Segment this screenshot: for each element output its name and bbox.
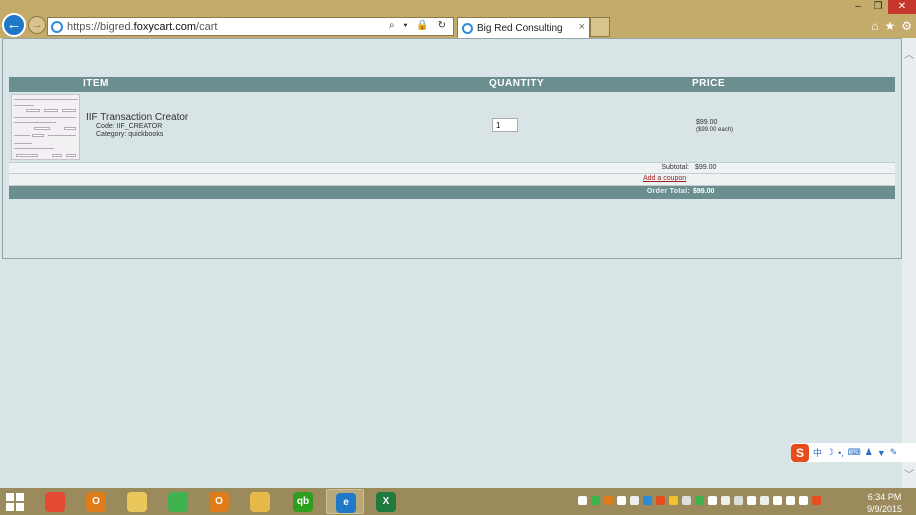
ime-mode-chinese[interactable]: 中: [813, 446, 822, 459]
cart-table: ITEM QUANTITY PRICE IIF Transaction Crea…: [9, 77, 895, 199]
column-header-item: ITEM: [83, 78, 109, 89]
column-header-quantity: QUANTITY: [489, 78, 545, 89]
restore-button[interactable]: ❐: [868, 0, 888, 14]
tab-favicon-icon: [462, 22, 473, 34]
punctuation-icon[interactable]: •,: [838, 448, 844, 458]
vertical-scrollbar[interactable]: [902, 38, 916, 488]
clock-time: 6:34 PM: [867, 492, 902, 502]
file-explorer-icon: [250, 492, 270, 512]
outlook-icon: O: [86, 492, 106, 512]
browser-chrome: ← → https://bigred.foxycart.com/cart ⌕ ▾…: [0, 0, 916, 38]
item-price-each: ($99.00 each): [696, 127, 734, 133]
minimize-button[interactable]: ‒: [848, 0, 868, 14]
shirt-icon[interactable]: ▼: [877, 448, 886, 458]
item-price: $99.00: [696, 119, 718, 126]
product-category: Category: quickbooks: [96, 131, 164, 138]
taskbar-internet-explorer-button[interactable]: e: [326, 489, 364, 514]
taskbar-clock[interactable]: 6:34 PM 9/9/2015: [867, 491, 902, 515]
ime-toolbar: S 中 ☽ •, ⌨ ♟ ▼ ✎: [791, 443, 916, 462]
subtotal-value: $99.00: [695, 164, 717, 171]
close-window-button[interactable]: ✕: [888, 0, 916, 14]
order-total-label: Order Total:: [646, 188, 690, 195]
address-tools-icons[interactable]: ⌕ ▾ 🔒 ↻: [389, 20, 449, 31]
order-total-value: $99.00: [693, 188, 715, 195]
home-icon[interactable]: ⌂: [871, 19, 878, 33]
wechat-icon: [168, 492, 188, 512]
taskbar-wechat-button[interactable]: [159, 489, 197, 514]
subtotal-row: Subtotal: $99.00: [9, 162, 895, 174]
address-bar[interactable]: https://bigred.foxycart.com/cart ⌕ ▾ 🔒 ↻: [47, 17, 454, 36]
new-tab-button[interactable]: [590, 17, 610, 37]
user-icon[interactable]: ♟: [865, 447, 873, 458]
scroll-down-arrow-icon[interactable]: ﹀: [904, 466, 914, 481]
tray-app-icon[interactable]: [708, 496, 717, 505]
tray-app-icon[interactable]: [799, 496, 808, 505]
quantity-input[interactable]: [492, 118, 518, 132]
url-prefix: https://bigred.: [67, 20, 134, 33]
settings-gear-icon[interactable]: ⚙: [901, 19, 912, 33]
tab-big-red-consulting[interactable]: Big Red Consulting ×: [457, 17, 590, 38]
tray-app-icon[interactable]: [786, 496, 795, 505]
taskbar: O Oqb e X 6:34 PM 9/9/2015: [0, 488, 916, 515]
taskbar-chrome-button[interactable]: [36, 489, 74, 514]
tray-app-icon[interactable]: [656, 496, 665, 505]
quickbooks-icon: qb: [293, 492, 313, 512]
product-name: IIF Transaction Creator: [86, 112, 189, 123]
wrench-icon[interactable]: ✎: [890, 447, 898, 458]
tray-sogou-icon[interactable]: [812, 496, 821, 505]
taskbar-outlook-button[interactable]: O: [77, 489, 115, 514]
notes-icon: [127, 492, 147, 512]
internet-explorer-icon: e: [336, 493, 356, 513]
taskbar-quickbooks-button[interactable]: qb: [284, 489, 322, 514]
url-host: foxycart.com: [133, 20, 197, 33]
clock-date: 9/9/2015: [866, 504, 902, 514]
scroll-up-arrow-icon[interactable]: ︿: [904, 46, 914, 61]
tray-app-icon[interactable]: [669, 496, 678, 505]
moon-icon[interactable]: ☽: [826, 447, 834, 458]
url-path: /cart: [196, 20, 218, 33]
keyboard-icon[interactable]: ⌨: [848, 447, 861, 458]
product-thumbnail[interactable]: [11, 94, 80, 160]
site-favicon-icon: [51, 20, 63, 33]
order-total-row: Order Total: $99.00: [9, 186, 895, 199]
taskbar-notes-button[interactable]: [118, 489, 156, 514]
window-controls: ‒ ❐ ✕: [848, 0, 916, 14]
forward-button[interactable]: →: [28, 16, 46, 34]
tray-app-icon[interactable]: [604, 496, 613, 505]
tray-app-icon[interactable]: [682, 496, 691, 505]
sogou-logo-icon[interactable]: S: [791, 443, 809, 462]
browser-toolbar-icons: ⌂ ★ ⚙: [871, 19, 912, 33]
coupon-row: Add a coupon: [9, 174, 895, 186]
tab-close-icon[interactable]: ×: [579, 21, 585, 33]
excel-icon: X: [376, 492, 396, 512]
chrome-icon: [45, 492, 65, 512]
cart-item-row: IIF Transaction Creator Code: IIF_CREATO…: [9, 92, 895, 162]
network-icon[interactable]: [773, 496, 782, 505]
tray-notification-icon[interactable]: [578, 496, 587, 505]
taskbar-file-explorer-button[interactable]: [241, 489, 279, 514]
outlook-2-icon: O: [209, 492, 229, 512]
bluetooth-icon[interactable]: [747, 496, 756, 505]
product-code: Code: IIF_CREATOR: [96, 123, 163, 130]
favorites-star-icon[interactable]: ★: [884, 19, 895, 33]
tray-app-icon[interactable]: [643, 496, 652, 505]
column-header-price: PRICE: [692, 78, 726, 89]
url-text: https://bigred.foxycart.com/cart: [67, 21, 217, 33]
cart-header-row: ITEM QUANTITY PRICE: [9, 77, 895, 92]
back-button[interactable]: ←: [2, 13, 26, 37]
taskbar-outlook-2-button[interactable]: O: [200, 489, 238, 514]
subtotal-label: Subtotal:: [661, 164, 689, 171]
tray-app-icon[interactable]: [591, 496, 600, 505]
tray-app-icon[interactable]: [695, 496, 704, 505]
tray-app-icon[interactable]: [734, 496, 743, 505]
taskbar-excel-button[interactable]: X: [367, 489, 405, 514]
tray-app-icon[interactable]: [617, 496, 626, 505]
add-coupon-link[interactable]: Add a coupon: [643, 175, 686, 182]
volume-icon[interactable]: [721, 496, 730, 505]
system-tray: [578, 496, 821, 505]
tab-title: Big Red Consulting: [477, 22, 563, 34]
windows-start-icon[interactable]: [6, 493, 24, 511]
tray-app-icon[interactable]: [630, 496, 639, 505]
tray-app-icon[interactable]: [760, 496, 769, 505]
